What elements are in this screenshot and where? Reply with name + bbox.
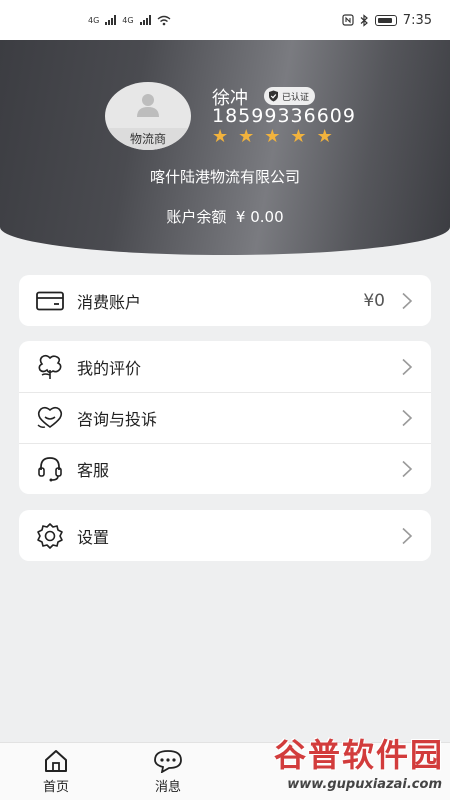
nav-item-messages[interactable]: 消息 — [112, 743, 224, 800]
bluetooth-icon — [360, 13, 368, 27]
watermark-logo: 谷普软件园 www.gupuxiazai.com — [239, 734, 444, 792]
menu-label: 设置 — [77, 527, 110, 547]
home-icon — [45, 750, 67, 772]
watermark-url: www.gupuxiazai.com — [287, 777, 442, 792]
account-balance: 账户余额 ¥ 0.00 — [0, 206, 450, 227]
rating-stars: ★ ★ ★ ★ ★ — [212, 128, 333, 146]
star-icon: ★ — [290, 126, 307, 147]
nfc-icon — [342, 14, 354, 26]
status-left: 4G 4G — [88, 15, 171, 26]
chevron-right-icon — [402, 358, 413, 375]
avatar[interactable]: 物流商 — [105, 82, 191, 150]
menu-item-settings[interactable]: 设置 — [19, 510, 431, 561]
status-bar: 4G 4G 7:35 — [0, 0, 450, 40]
wallet-icon — [35, 286, 65, 316]
balance-label: 账户余额 — [166, 208, 227, 226]
message-icon — [154, 750, 182, 773]
star-icon: ★ — [212, 126, 229, 147]
chevron-right-icon — [402, 292, 413, 309]
nav-label-home: 首页 — [42, 780, 69, 795]
headset-icon — [35, 454, 65, 484]
user-phone: 18599336609 — [212, 105, 356, 127]
person-icon — [137, 94, 159, 117]
balance-value: ¥ 0.00 — [235, 208, 284, 226]
star-icon: ★ — [238, 126, 255, 147]
menu-label: 客服 — [77, 460, 110, 480]
nav-item-home[interactable]: 首页 — [0, 743, 112, 800]
gear-icon — [35, 521, 65, 551]
verified-label: 已认证 — [282, 92, 310, 103]
company-name: 喀什陆港物流有限公司 — [149, 168, 300, 186]
account-value: ¥0 — [363, 290, 385, 311]
menu-item-complaints[interactable]: 咨询与投诉 — [19, 392, 431, 443]
chevron-right-icon — [402, 409, 413, 426]
nav-label-messages: 消息 — [154, 780, 181, 795]
status-right: 7:35 — [342, 13, 432, 28]
signal-icon — [105, 15, 117, 25]
menu-label: 我的评价 — [77, 358, 142, 378]
battery-icon — [374, 14, 397, 26]
chat-heart-icon — [35, 403, 65, 433]
menu-item-service[interactable]: 客服 — [19, 443, 431, 494]
chevron-right-icon — [402, 460, 413, 477]
net-a-label: 4G — [88, 15, 100, 25]
service-card: 我的评价 咨询与投诉 客服 — [19, 341, 431, 494]
menu-item-reviews[interactable]: 我的评价 — [19, 341, 431, 392]
profile-header: 物流商 徐冲 已认证 18599336609 ★ ★ ★ ★ ★ 喀什陆港物流有… — [0, 40, 450, 255]
menu-label: 咨询与投诉 — [77, 409, 158, 429]
flower-icon — [35, 352, 65, 382]
avatar-role-tag: 物流商 — [105, 128, 191, 150]
verified-badge: 已认证 — [264, 87, 316, 105]
status-time: 7:35 — [402, 12, 432, 28]
menu-item-account[interactable]: 消费账户 ¥0 — [19, 275, 431, 326]
account-card: 消费账户 ¥0 — [19, 275, 431, 326]
menu-label: 消费账户 — [77, 292, 142, 312]
watermark-title: 谷普软件园 — [273, 736, 444, 774]
chevron-right-icon — [402, 527, 413, 544]
shield-check-icon — [269, 90, 278, 102]
star-icon: ★ — [264, 126, 281, 147]
wifi-icon — [157, 15, 171, 25]
net-b-label: 4G — [122, 15, 134, 25]
star-icon: ★ — [316, 126, 333, 147]
settings-card: 设置 — [19, 510, 431, 561]
signal-icon — [139, 15, 151, 25]
